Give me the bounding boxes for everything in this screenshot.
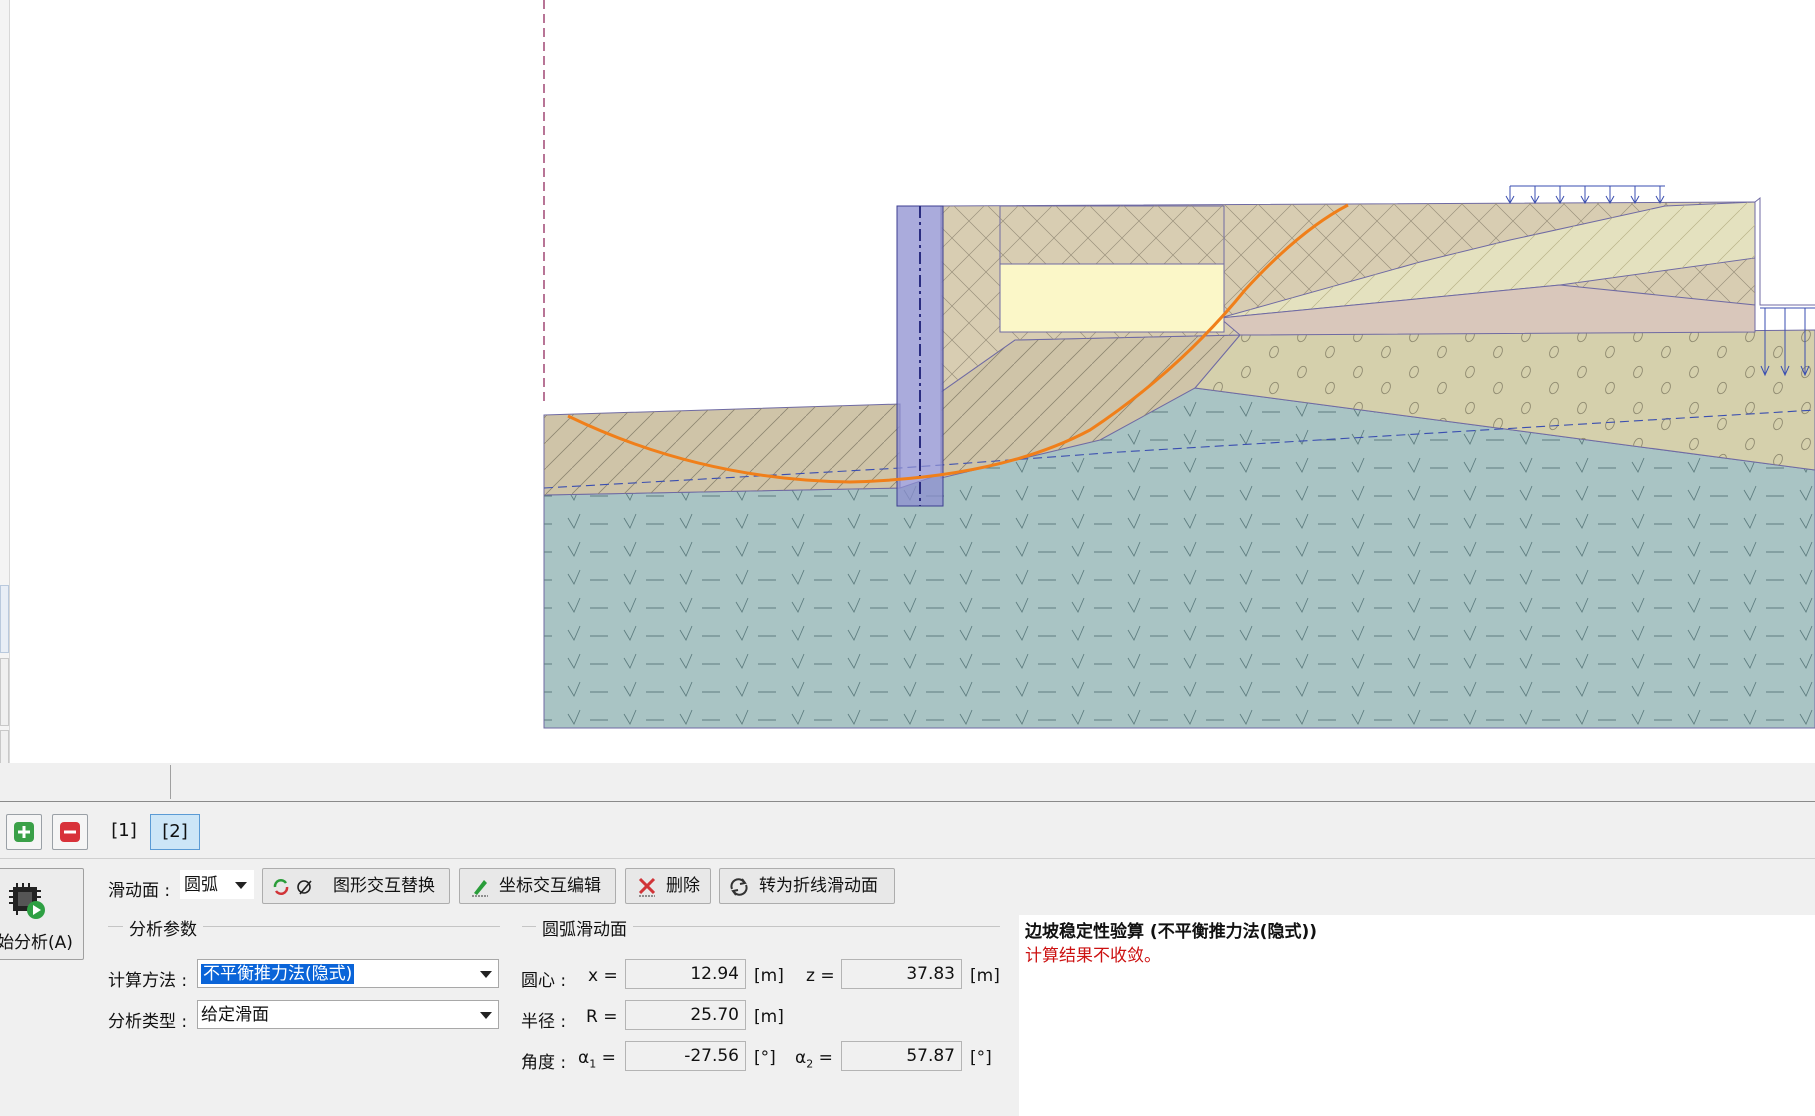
- r-unit: [m]: [754, 1007, 784, 1027]
- stage-tab-bar: [1] [2]: [0, 802, 1815, 859]
- alpha1-unit: [°]: [754, 1048, 776, 1068]
- x-label: x =: [588, 966, 618, 986]
- center-label: 圆心 :: [521, 971, 567, 991]
- analysis-type-select[interactable]: 给定滑面: [197, 1000, 499, 1029]
- z-unit: [m]: [970, 966, 1000, 986]
- coord-edit-label: 坐标交互编辑: [499, 876, 601, 896]
- convert-polyline-button[interactable]: 转为折线滑动面: [719, 868, 895, 904]
- status-bar: [0, 763, 1815, 802]
- results-error-message: 计算结果不收敛。: [1025, 946, 1161, 966]
- graphic-replace-button[interactable]: 图形交互替换: [262, 868, 450, 904]
- chevron-down-icon: [480, 1012, 492, 1019]
- alpha2-label: α2 =: [795, 1048, 833, 1071]
- results-title: 边坡稳定性验算 (不平衡推力法(隐式)): [1025, 922, 1317, 942]
- circle-slip-title: 圆弧滑动面: [536, 915, 633, 940]
- tab-stage-1[interactable]: [1]: [104, 814, 144, 848]
- refresh-cursor-icon: [273, 879, 312, 895]
- r-label: R =: [586, 1007, 618, 1027]
- slip-surface-label: 滑动面 :: [108, 881, 171, 901]
- pencil-icon: [472, 880, 488, 897]
- alpha1-input[interactable]: -27.56: [625, 1041, 746, 1071]
- alpha2-unit: [°]: [970, 1048, 992, 1068]
- left-side-tab[interactable]: [0, 658, 9, 726]
- radius-label: 半径 :: [521, 1012, 567, 1032]
- alpha2-input[interactable]: 57.87: [841, 1041, 962, 1071]
- method-label: 计算方法 :: [108, 971, 188, 991]
- surcharge-load-top: [1505, 185, 1665, 205]
- results-output-panel: 边坡稳定性验算 (不平衡推力法(隐式)) 计算结果不收敛。: [1019, 915, 1815, 1116]
- x-unit: [m]: [754, 966, 784, 986]
- delete-button[interactable]: 删除: [625, 868, 711, 904]
- coord-edit-button[interactable]: 坐标交互编辑: [459, 868, 616, 904]
- left-side-tab[interactable]: [0, 585, 9, 653]
- z-label: z =: [806, 966, 835, 986]
- add-stage-button[interactable]: [6, 814, 42, 850]
- slip-surface-select[interactable]: 圆弧: [180, 870, 254, 899]
- center-z-input[interactable]: 37.83: [841, 959, 962, 989]
- convert-polyline-label: 转为折线滑动面: [759, 876, 878, 896]
- chevron-down-icon: [235, 882, 247, 889]
- angle-label: 角度 :: [521, 1053, 567, 1073]
- drawing-canvas[interactable]: [0, 0, 1815, 800]
- alpha1-label: α1 =: [578, 1048, 616, 1071]
- calculation-method-select[interactable]: 不平衡推力法(隐式): [197, 959, 499, 988]
- delete-label: 删除: [666, 876, 700, 896]
- analysis-panel: 始分析(A) 滑动面 : 圆弧 图形交互替换 坐标交互编辑 删除 转为折线滑动面…: [0, 859, 1815, 1116]
- remove-stage-button[interactable]: [52, 814, 88, 850]
- chip-run-icon: [9, 883, 45, 919]
- start-analysis-button[interactable]: 始分析(A): [0, 868, 84, 960]
- delete-x-icon: [638, 877, 656, 897]
- minus-icon: [60, 822, 80, 842]
- yellow-fill-block: [999, 263, 1225, 333]
- analysis-type-label: 分析类型 :: [108, 1012, 188, 1032]
- radius-input[interactable]: 25.70: [625, 1000, 746, 1030]
- center-x-input[interactable]: 12.94: [625, 959, 746, 989]
- graphic-replace-label: 图形交互替换: [333, 876, 435, 896]
- analysis-params-title: 分析参数: [123, 915, 203, 940]
- start-analysis-label: 始分析(A): [0, 933, 73, 953]
- chevron-down-icon: [480, 971, 492, 978]
- tab-stage-2[interactable]: [2]: [150, 814, 200, 850]
- calculation-method-value: 不平衡推力法(隐式): [201, 964, 355, 984]
- slip-surface-value: 圆弧: [184, 875, 218, 895]
- slope-section-drawing[interactable]: [0, 0, 1815, 763]
- convert-cycle-icon: [730, 878, 748, 896]
- plus-icon: [14, 822, 34, 842]
- analysis-type-value: 给定滑面: [201, 1005, 269, 1025]
